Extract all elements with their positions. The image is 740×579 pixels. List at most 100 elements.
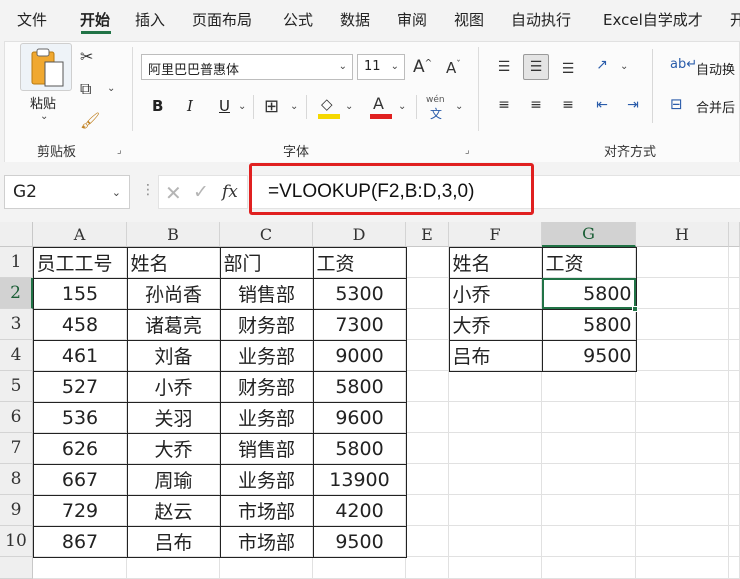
data-cell-c10[interactable]: 市场部 <box>219 525 314 558</box>
cell[interactable] <box>729 247 740 278</box>
merge-center-label[interactable]: 合并后 <box>696 97 735 116</box>
row-header-11[interactable] <box>0 557 33 579</box>
data-cell-a5[interactable]: 527 <box>32 370 128 403</box>
tab-view[interactable]: 视图 <box>454 9 484 30</box>
merge-center-icon[interactable]: ⊟ <box>670 95 683 113</box>
data-cell-d6[interactable]: 9600 <box>312 401 407 434</box>
row-header-10[interactable]: 10 <box>0 526 33 557</box>
borders-icon[interactable]: ⊞ <box>264 96 279 117</box>
cell[interactable] <box>406 495 449 526</box>
cell[interactable] <box>542 371 636 402</box>
data-cell-c2[interactable]: 销售部 <box>219 277 314 310</box>
data-cell-c9[interactable]: 市场部 <box>219 494 314 527</box>
cell[interactable] <box>729 557 740 579</box>
cell[interactable] <box>542 402 636 433</box>
increase-indent-icon[interactable]: ⇥ <box>620 92 646 118</box>
data-cell-d9[interactable]: 4200 <box>312 494 407 527</box>
grow-font-button[interactable]: A^ <box>413 57 432 77</box>
header-cell-b[interactable]: 姓名 <box>126 246 221 279</box>
cell[interactable] <box>449 526 542 557</box>
header-cell-c[interactable]: 部门 <box>219 246 314 279</box>
copy-icon[interactable]: ⧉ <box>80 79 91 99</box>
cell[interactable] <box>636 278 729 309</box>
lookup-cell-f4[interactable]: 吕布 <box>448 339 543 372</box>
data-cell-a9[interactable]: 729 <box>32 494 128 527</box>
row-header-8[interactable]: 8 <box>0 464 33 495</box>
data-cell-d5[interactable]: 5800 <box>312 370 407 403</box>
orientation-dropdown-icon[interactable]: ⌄ <box>620 61 628 72</box>
cell[interactable] <box>449 495 542 526</box>
data-cell-c5[interactable]: 财务部 <box>219 370 314 403</box>
cell[interactable] <box>542 526 636 557</box>
cell[interactable] <box>636 557 729 579</box>
header-cell-d[interactable]: 工资 <box>312 246 407 279</box>
data-cell-b7[interactable]: 大乔 <box>126 432 221 465</box>
data-cell-c4[interactable]: 业务部 <box>219 339 314 372</box>
tab-developer[interactable]: 开 <box>730 9 740 30</box>
cell[interactable] <box>729 433 740 464</box>
row-header-6[interactable]: 6 <box>0 402 33 433</box>
tab-file[interactable]: 文件 <box>17 9 47 30</box>
data-cell-b2[interactable]: 孙尚香 <box>126 277 221 310</box>
data-cell-d2[interactable]: 5300 <box>312 277 407 310</box>
cell[interactable] <box>406 433 449 464</box>
row-header-7[interactable]: 7 <box>0 433 33 464</box>
row-header-4[interactable]: 4 <box>0 340 33 371</box>
font-color-dropdown-icon[interactable]: ⌄ <box>398 101 406 112</box>
cell[interactable] <box>542 433 636 464</box>
column-header-g[interactable]: G <box>542 222 636 247</box>
phonetic-guide-top[interactable]: wén <box>426 95 445 105</box>
font-name-select[interactable]: 阿里巴巴普惠体 ⌄ <box>141 54 353 80</box>
copy-dropdown-icon[interactable]: ⌄ <box>107 83 115 94</box>
phonetic-dropdown-icon[interactable]: ⌄ <box>455 101 463 112</box>
column-header-b[interactable]: B <box>127 222 220 247</box>
data-cell-b8[interactable]: 周瑜 <box>126 463 221 496</box>
data-cell-c8[interactable]: 业务部 <box>219 463 314 496</box>
data-cell-b5[interactable]: 小乔 <box>126 370 221 403</box>
data-cell-a7[interactable]: 626 <box>32 432 128 465</box>
column-header-h[interactable]: H <box>636 222 729 247</box>
data-cell-a8[interactable]: 667 <box>32 463 128 496</box>
cell[interactable] <box>636 526 729 557</box>
data-cell-b3[interactable]: 诸葛亮 <box>126 308 221 341</box>
align-right-icon[interactable]: ≡ <box>555 92 581 118</box>
tab-data[interactable]: 数据 <box>340 9 370 30</box>
shrink-font-button[interactable]: Aˇ <box>446 59 461 77</box>
cell[interactable] <box>729 371 740 402</box>
borders-dropdown-icon[interactable]: ⌄ <box>290 101 298 112</box>
data-cell-b10[interactable]: 吕布 <box>126 525 221 558</box>
data-cell-b9[interactable]: 赵云 <box>126 494 221 527</box>
clipboard-launcher-icon[interactable]: ⌟ <box>117 145 122 156</box>
cell[interactable] <box>406 464 449 495</box>
cell[interactable] <box>220 557 313 579</box>
bold-button[interactable]: B <box>152 97 163 115</box>
insert-function-icon[interactable]: fx <box>222 182 238 202</box>
lookup-cell-f3[interactable]: 大乔 <box>448 308 543 341</box>
underline-dropdown-icon[interactable]: ⌄ <box>238 101 246 112</box>
data-cell-b4[interactable]: 刘备 <box>126 339 221 372</box>
cell[interactable] <box>729 495 740 526</box>
cell[interactable] <box>406 371 449 402</box>
column-header-d[interactable]: D <box>313 222 406 247</box>
cell[interactable] <box>636 247 729 278</box>
column-header-f[interactable]: F <box>449 222 542 247</box>
cell[interactable] <box>729 340 740 371</box>
cell[interactable] <box>636 371 729 402</box>
cell[interactable] <box>33 557 127 579</box>
data-cell-d8[interactable]: 13900 <box>312 463 407 496</box>
column-header-a[interactable]: A <box>33 222 127 247</box>
cell[interactable] <box>729 526 740 557</box>
cell[interactable] <box>406 557 449 579</box>
vertical-dots-icon[interactable]: ⋮ <box>141 182 155 198</box>
cell[interactable] <box>406 247 449 278</box>
font-color-icon[interactable]: A <box>373 94 384 113</box>
cell[interactable] <box>729 402 740 433</box>
cell[interactable] <box>636 340 729 371</box>
font-size-select[interactable]: 11 ⌄ <box>357 54 405 80</box>
fill-color-icon[interactable]: ◇ <box>321 95 333 113</box>
orientation-icon[interactable]: ↗ <box>589 52 615 78</box>
active-cell-g2[interactable] <box>542 278 636 309</box>
align-bottom-icon[interactable]: ☰ <box>555 56 581 82</box>
row-header-2[interactable]: 2 <box>0 278 33 309</box>
select-all-corner[interactable] <box>0 222 33 247</box>
